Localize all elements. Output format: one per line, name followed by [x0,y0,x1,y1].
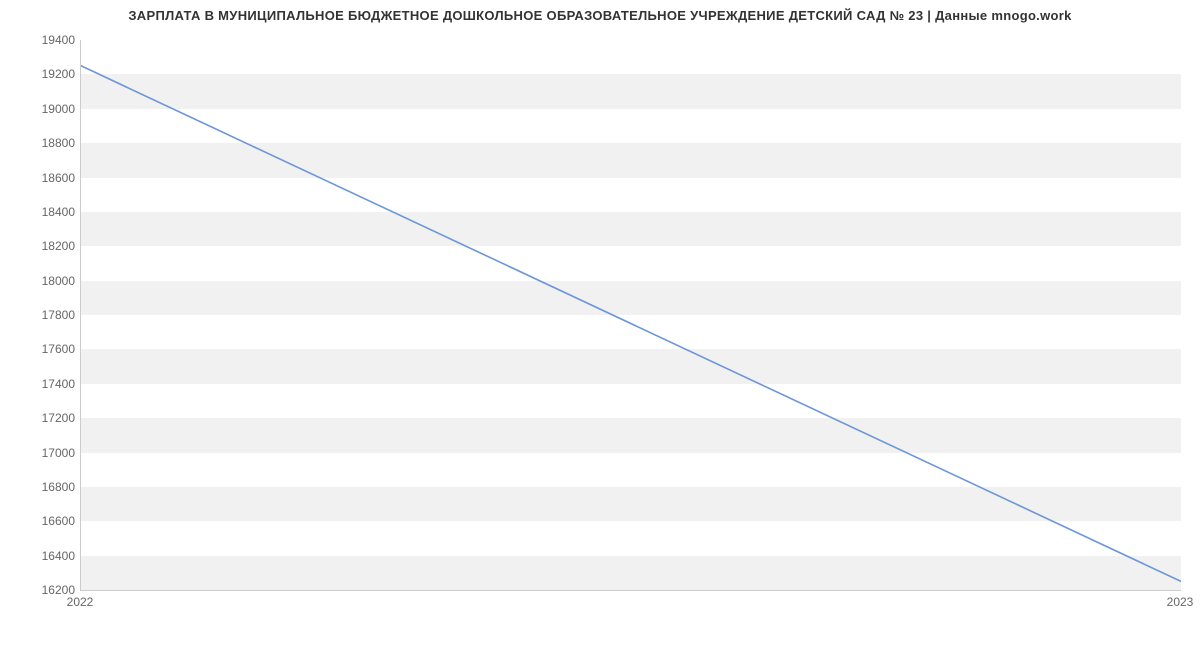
x-tick-label: 2022 [67,595,94,609]
chart-title: ЗАРПЛАТА В МУНИЦИПАЛЬНОЕ БЮДЖЕТНОЕ ДОШКО… [0,8,1200,23]
y-tick-label: 19000 [27,102,75,116]
y-tick-label: 18200 [27,239,75,253]
plot-area [80,40,1181,591]
y-tick-label: 16800 [27,480,75,494]
y-tick-label: 17800 [27,308,75,322]
line-layer [81,40,1181,590]
y-tick-label: 17000 [27,446,75,460]
y-tick-label: 18400 [27,205,75,219]
y-tick-label: 17600 [27,342,75,356]
y-tick-label: 18600 [27,171,75,185]
y-tick-label: 19200 [27,67,75,81]
y-tick-label: 18800 [27,136,75,150]
y-tick-label: 19400 [27,33,75,47]
y-tick-label: 16600 [27,514,75,528]
y-tick-label: 18000 [27,274,75,288]
salary-line-chart: ЗАРПЛАТА В МУНИЦИПАЛЬНОЕ БЮДЖЕТНОЕ ДОШКО… [0,0,1200,650]
x-tick-label: 2023 [1167,595,1194,609]
y-tick-label: 17200 [27,411,75,425]
series-line [81,66,1181,582]
y-tick-label: 16400 [27,549,75,563]
y-tick-label: 17400 [27,377,75,391]
